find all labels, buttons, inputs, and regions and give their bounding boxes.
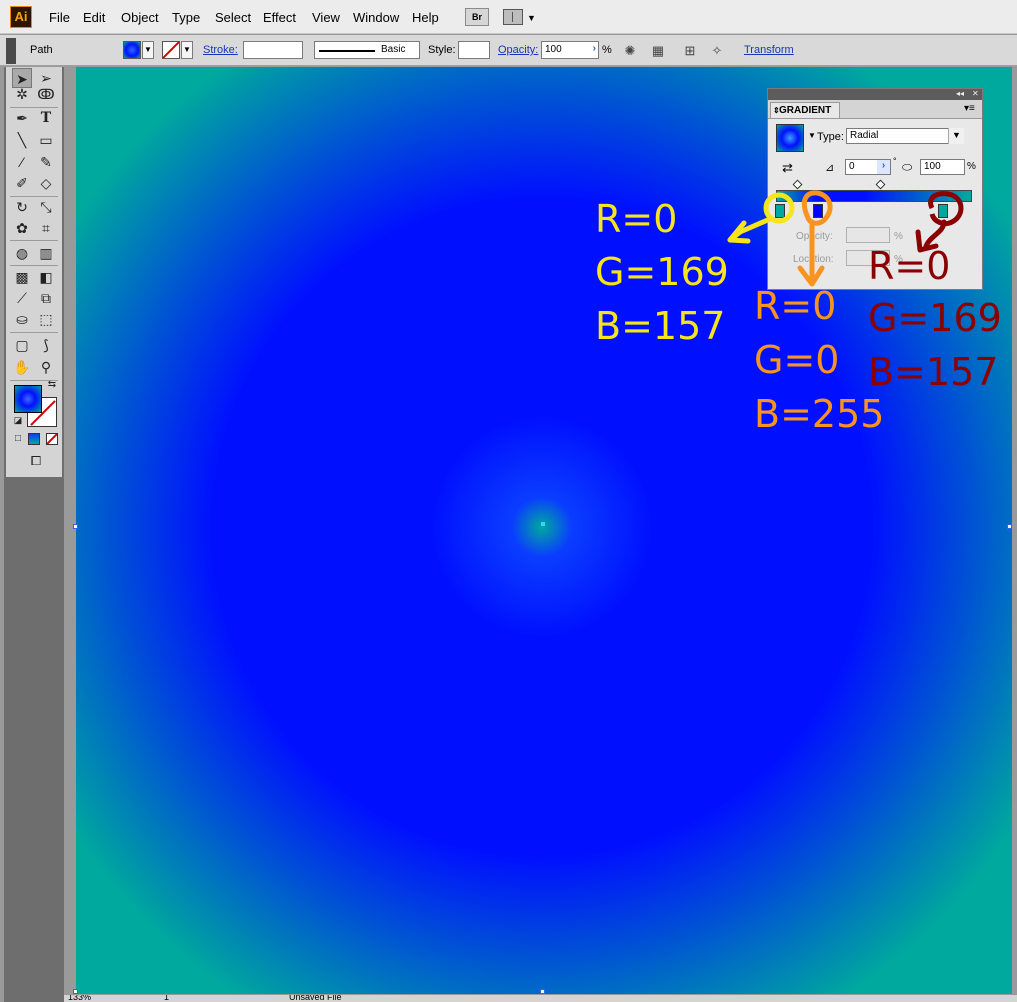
annotation-darkred-r: R=0 (868, 244, 951, 288)
annotation-yellow-g: G=169 (595, 250, 729, 294)
status-bar: 133% 1 Unsaved File (64, 994, 1017, 1002)
file-status[interactable]: Unsaved File (289, 995, 342, 1002)
annotation-darkred-g: G=169 (868, 296, 1002, 340)
annotation-yellow-r: R=0 (595, 197, 678, 241)
darkred-arrow-line (923, 219, 947, 249)
zoom-level[interactable]: 133% (68, 995, 91, 1002)
annotation-darkred-b: B=157 (868, 350, 999, 394)
orange-circle-mark (801, 190, 833, 226)
annotation-orange-g: G=0 (754, 338, 840, 382)
darkred-circle-mark (928, 191, 964, 227)
annotation-yellow-b: B=157 (595, 304, 726, 348)
annotation-orange-b: B=255 (754, 392, 885, 436)
annotation-orange-r: R=0 (754, 284, 837, 328)
annotation-strokes (727, 190, 964, 287)
page-number[interactable]: 1 (164, 995, 169, 1002)
